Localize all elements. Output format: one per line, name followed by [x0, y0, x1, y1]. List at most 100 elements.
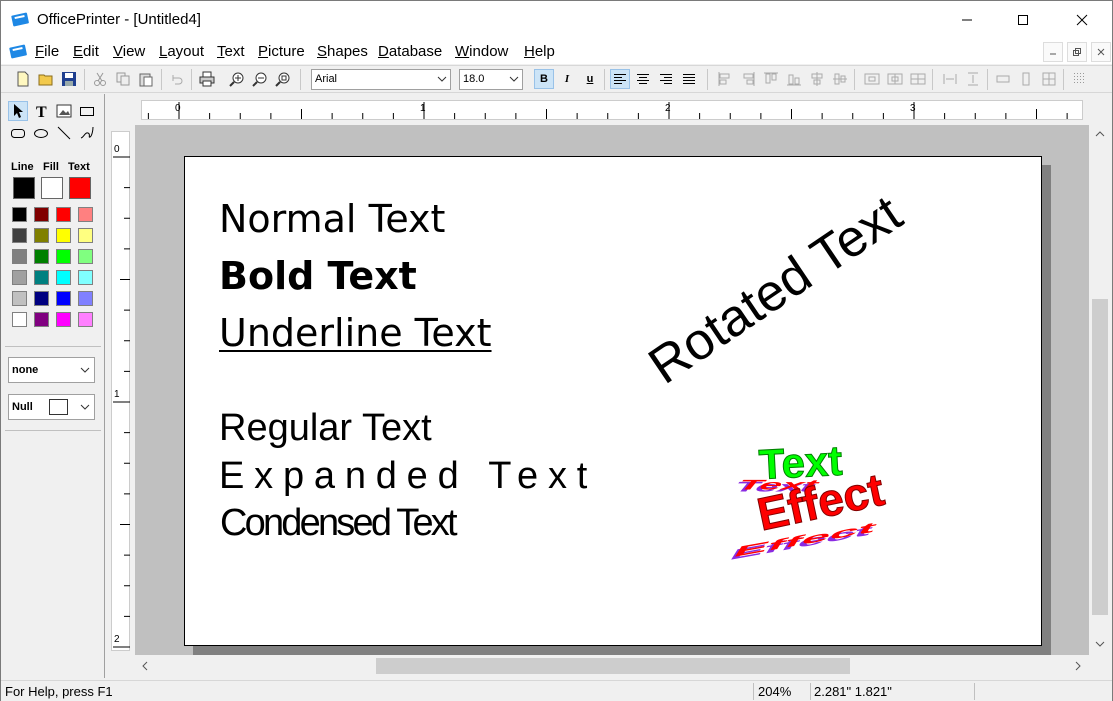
- menu-picture[interactable]: Picture: [258, 43, 305, 60]
- menu-help[interactable]: Help: [524, 43, 555, 60]
- underline-button[interactable]: u: [580, 69, 600, 89]
- color-swatch[interactable]: [78, 249, 93, 264]
- zoom-in-button[interactable]: [227, 69, 247, 89]
- color-swatch[interactable]: [78, 270, 93, 285]
- space-vertical-button[interactable]: [963, 69, 983, 89]
- align-objects-vcenter-button[interactable]: [830, 69, 850, 89]
- color-swatch[interactable]: [12, 270, 27, 285]
- menu-view[interactable]: View: [113, 43, 145, 60]
- close-button[interactable]: [1059, 1, 1105, 39]
- color-swatch[interactable]: [12, 291, 27, 306]
- color-swatch[interactable]: [12, 249, 27, 264]
- color-swatch[interactable]: [34, 207, 49, 222]
- open-button[interactable]: [36, 69, 56, 89]
- font-name-select[interactable]: Arial: [311, 69, 451, 90]
- line-style-select[interactable]: none: [8, 357, 95, 383]
- fill-style-select[interactable]: Null: [8, 394, 95, 420]
- space-horizontal-button[interactable]: [940, 69, 960, 89]
- horizontal-scrollbar[interactable]: [135, 655, 1089, 677]
- center-vertical-button[interactable]: [885, 69, 905, 89]
- document-icon[interactable]: [9, 43, 29, 59]
- color-swatch[interactable]: [78, 312, 93, 327]
- horizontal-scroll-thumb[interactable]: [376, 658, 850, 674]
- document-page[interactable]: Normal Text Bold Text Underline Text Reg…: [184, 156, 1042, 646]
- vertical-scroll-thumb[interactable]: [1092, 299, 1108, 615]
- current-line-color[interactable]: [13, 177, 35, 199]
- center-horizontal-button[interactable]: [862, 69, 882, 89]
- align-objects-bottom-button[interactable]: [784, 69, 804, 89]
- chevron-left-icon[interactable]: [140, 661, 150, 671]
- picture-tool[interactable]: [54, 101, 74, 121]
- center-page-button[interactable]: [908, 69, 928, 89]
- undo-button[interactable]: [167, 69, 187, 89]
- color-swatch[interactable]: [56, 312, 71, 327]
- rounded-rect-tool[interactable]: [8, 123, 28, 143]
- color-swatch[interactable]: [56, 270, 71, 285]
- menu-database[interactable]: Database: [378, 43, 442, 60]
- color-swatch[interactable]: [34, 312, 49, 327]
- regular-text-object[interactable]: Regular Text: [219, 409, 432, 447]
- color-swatch[interactable]: [56, 291, 71, 306]
- condensed-text-object[interactable]: Condensed Text: [220, 504, 458, 542]
- same-height-button[interactable]: [1016, 69, 1036, 89]
- color-swatch[interactable]: [78, 228, 93, 243]
- freehand-tool[interactable]: [77, 123, 97, 143]
- color-swatch[interactable]: [56, 228, 71, 243]
- ellipse-tool[interactable]: [31, 123, 51, 143]
- current-fill-color[interactable]: [41, 177, 63, 199]
- chevron-up-icon[interactable]: [1095, 129, 1105, 139]
- align-left-button[interactable]: [610, 69, 630, 89]
- grid-button[interactable]: [1070, 69, 1090, 89]
- paste-button[interactable]: [136, 69, 156, 89]
- align-center-button[interactable]: [633, 69, 653, 89]
- maximize-button[interactable]: [1000, 1, 1046, 39]
- minimize-button[interactable]: [944, 1, 990, 39]
- rotated-text-object[interactable]: Rotated Text: [639, 185, 913, 396]
- menu-text[interactable]: Text: [217, 43, 245, 60]
- rectangle-tool[interactable]: [77, 101, 97, 121]
- expanded-text-object[interactable]: Expanded Text: [219, 457, 597, 495]
- print-button[interactable]: [197, 69, 217, 89]
- color-swatch[interactable]: [56, 207, 71, 222]
- copy-button[interactable]: [113, 69, 133, 89]
- chevron-right-icon[interactable]: [1073, 661, 1083, 671]
- color-swatch[interactable]: [78, 207, 93, 222]
- align-objects-left-button[interactable]: [715, 69, 735, 89]
- color-swatch[interactable]: [12, 207, 27, 222]
- color-swatch[interactable]: [78, 291, 93, 306]
- normal-text-object[interactable]: Normal Text: [219, 200, 445, 238]
- line-tool[interactable]: [54, 123, 74, 143]
- text-tool[interactable]: T: [31, 101, 51, 121]
- menu-layout[interactable]: Layout: [159, 43, 204, 60]
- align-justify-button[interactable]: [679, 69, 699, 89]
- menu-shapes[interactable]: Shapes: [317, 43, 368, 60]
- color-swatch[interactable]: [12, 228, 27, 243]
- color-swatch[interactable]: [56, 249, 71, 264]
- menu-window[interactable]: Window: [455, 43, 508, 60]
- align-objects-right-button[interactable]: [738, 69, 758, 89]
- color-swatch[interactable]: [34, 291, 49, 306]
- same-size-button[interactable]: [1039, 69, 1059, 89]
- zoom-fit-button[interactable]: [273, 69, 293, 89]
- new-button[interactable]: [13, 69, 33, 89]
- bold-text-object[interactable]: Bold Text: [219, 257, 417, 295]
- font-size-select[interactable]: 18.0: [459, 69, 523, 90]
- align-right-button[interactable]: [656, 69, 676, 89]
- underline-text-object[interactable]: Underline Text: [219, 314, 492, 352]
- color-swatch[interactable]: [12, 312, 27, 327]
- align-objects-hcenter-button[interactable]: [807, 69, 827, 89]
- color-swatch[interactable]: [34, 228, 49, 243]
- select-tool[interactable]: [8, 101, 28, 121]
- save-button[interactable]: [59, 69, 79, 89]
- color-swatch[interactable]: [34, 270, 49, 285]
- menu-edit[interactable]: Edit: [73, 43, 99, 60]
- same-width-button[interactable]: [993, 69, 1013, 89]
- zoom-out-button[interactable]: [250, 69, 270, 89]
- vertical-scrollbar[interactable]: [1089, 125, 1111, 655]
- text-effect-word2[interactable]: Effect Effect Effect: [726, 462, 930, 563]
- doc-minimize-button[interactable]: [1043, 42, 1063, 62]
- chevron-down-icon[interactable]: [1095, 639, 1105, 649]
- color-swatch[interactable]: [34, 249, 49, 264]
- menu-file[interactable]: File: [35, 43, 59, 60]
- current-text-color[interactable]: [69, 177, 91, 199]
